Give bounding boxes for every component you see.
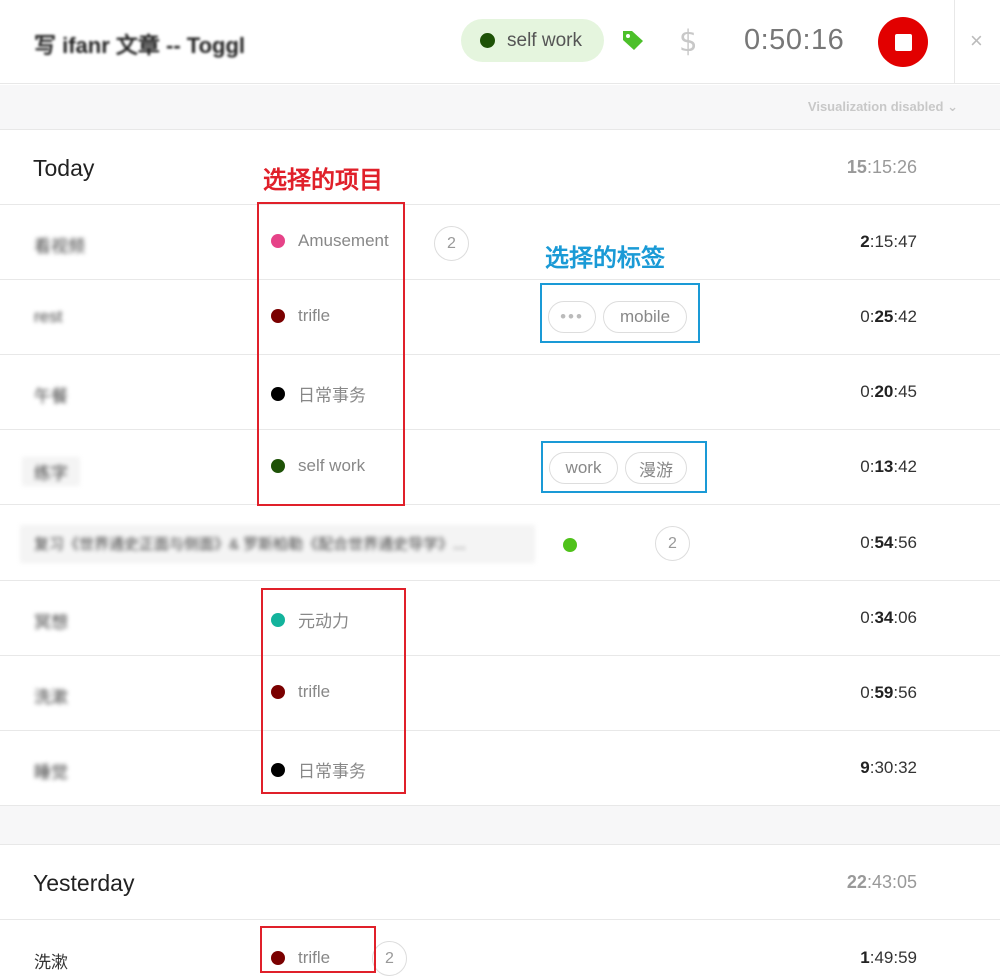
close-icon[interactable]: × xyxy=(970,28,983,54)
entry-description[interactable]: 午餐 xyxy=(34,382,68,407)
entry-duration: 1:49:59 xyxy=(860,948,917,967)
tag-annotation-label: 选择的标签 xyxy=(545,244,665,272)
visualization-toggle[interactable]: Visualization disabled ⌄ xyxy=(808,99,958,115)
time-entry-row[interactable]: 看视频 Amusement 2 2:15:47 xyxy=(0,205,1000,280)
time-entry-row[interactable]: 复习《世界通史正面与侧面》& 罗斯柏勒《配合世界通史导学》... 2 0:54:… xyxy=(0,506,1000,581)
project-annotation-box xyxy=(257,202,405,506)
day-title: Yesterday xyxy=(33,870,135,896)
visualization-bar: Visualization disabled ⌄ xyxy=(0,85,1000,130)
grouped-count-badge[interactable]: 2 xyxy=(434,226,469,261)
project-annotation-box xyxy=(260,926,376,973)
stop-icon xyxy=(894,33,912,51)
time-entry-row[interactable]: 洗漱 trifle 0:59:56 xyxy=(0,656,1000,731)
entry-duration: 0:25:42 xyxy=(860,307,917,326)
time-entry-row[interactable]: 洗漱 trifle 2 1:49:59 xyxy=(0,920,1000,979)
day-header-today: Today 15:15:26 xyxy=(0,130,1000,205)
entry-description[interactable]: rest xyxy=(34,307,62,327)
divider xyxy=(954,0,955,84)
tag-annotation-box xyxy=(540,283,700,343)
day-header-yesterday: Yesterday 22:43:05 xyxy=(0,845,1000,920)
day-separator xyxy=(0,806,1000,845)
tag-annotation-box xyxy=(541,441,707,493)
time-entry-row[interactable]: 练字 self work work 漫游 0:13:42 xyxy=(0,430,1000,505)
entry-duration: 2:15:47 xyxy=(860,232,917,251)
time-entry-row[interactable]: 睡觉 日常事务 9:30:32 xyxy=(0,731,1000,806)
entry-duration: 9:30:32 xyxy=(860,758,917,777)
running-timer: 0:50:16 xyxy=(744,24,845,56)
stop-button[interactable] xyxy=(878,17,928,67)
time-entry-row[interactable]: 午餐 日常事务 0:20:45 xyxy=(0,355,1000,430)
chevron-down-icon: ⌄ xyxy=(947,99,958,114)
entry-description[interactable]: 看视频 xyxy=(34,232,85,257)
grouped-count-badge[interactable]: 2 xyxy=(655,526,690,561)
entry-description[interactable]: 复习《世界通史正面与侧面》& 罗斯柏勒《配合世界通史导学》... xyxy=(20,525,535,563)
entry-duration: 0:20:45 xyxy=(860,382,917,401)
entry-description[interactable]: 冥想 xyxy=(34,608,68,633)
day-total: 15:15:26 xyxy=(846,157,917,177)
entry-duration: 0:34:06 xyxy=(860,608,917,627)
dollar-icon[interactable]: $ xyxy=(679,24,697,58)
project-annotation-box xyxy=(261,588,406,794)
project-color-dot[interactable] xyxy=(563,538,577,552)
current-entry-description[interactable]: 写 ifanr 文章 -- Toggl xyxy=(34,28,245,60)
grouped-count-badge[interactable]: 2 xyxy=(372,941,407,976)
timer-bar: 写 ifanr 文章 -- Toggl self work $ 0:50:16 … xyxy=(0,0,1000,84)
entry-duration: 0:59:56 xyxy=(860,683,917,702)
entry-description[interactable]: 练字 xyxy=(22,457,80,486)
day-total: 22:43:05 xyxy=(846,872,917,892)
entry-duration: 0:54:56 xyxy=(860,533,917,552)
current-project-pill[interactable]: self work xyxy=(461,19,604,62)
entry-description[interactable]: 洗漱 xyxy=(34,948,68,973)
time-entry-row[interactable]: 冥想 元动力 0:34:06 xyxy=(0,581,1000,656)
current-project-name: self work xyxy=(507,29,582,51)
project-color-dot xyxy=(480,33,495,48)
day-title: Today xyxy=(33,155,95,181)
tag-icon[interactable] xyxy=(621,28,645,57)
entry-description[interactable]: 睡觉 xyxy=(34,758,68,783)
project-annotation-label: 选择的项目 xyxy=(263,166,383,194)
entry-duration: 0:13:42 xyxy=(860,457,917,476)
visualization-label: Visualization disabled xyxy=(807,99,944,114)
entry-description[interactable]: 洗漱 xyxy=(34,683,68,708)
time-entry-row[interactable]: rest trifle ••• mobile 0:25:42 xyxy=(0,280,1000,355)
